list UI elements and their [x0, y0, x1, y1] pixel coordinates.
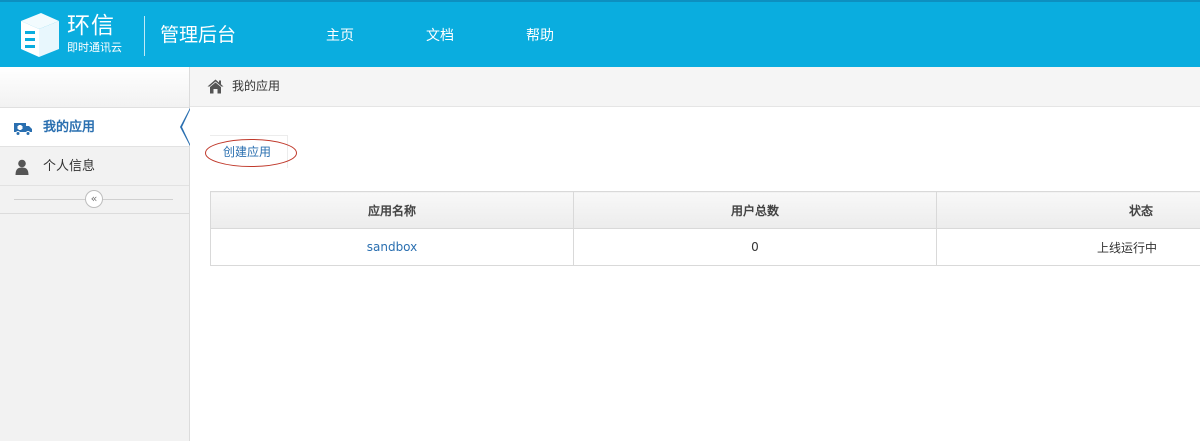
ambulance-icon: [14, 123, 32, 136]
active-indicator-inner: [182, 110, 190, 144]
column-header-user-count[interactable]: 用户总数: [573, 191, 937, 229]
sidebar-header: [0, 67, 189, 108]
nav-docs[interactable]: 文档: [426, 26, 454, 46]
brand-tagline: 即时通讯云: [67, 41, 122, 54]
sidebar-item-profile[interactable]: 个人信息: [0, 147, 189, 186]
breadcrumb-current: 我的应用: [232, 79, 281, 93]
user-icon: [15, 159, 29, 175]
logo-icon: [21, 13, 59, 57]
brand-name: 环信: [67, 13, 115, 39]
header-divider: [144, 16, 145, 56]
app-name-link[interactable]: sandbox: [210, 228, 574, 266]
nav-help[interactable]: 帮助: [526, 26, 554, 46]
breadcrumb: 我的应用: [190, 67, 1200, 107]
sidebar-item-label: 个人信息: [43, 159, 96, 174]
double-chevron-left-icon[interactable]: «: [85, 190, 103, 208]
column-header-app-name[interactable]: 应用名称: [210, 191, 574, 229]
app-user-count: 0: [573, 228, 937, 266]
table-header-row: 应用名称 用户总数 状态: [210, 191, 1200, 229]
home-icon: [207, 79, 224, 94]
sidebar-collapse-row: «: [0, 186, 189, 214]
table-row: sandbox 0 上线运行中: [210, 228, 1200, 266]
highlight-ellipse: [205, 139, 297, 167]
nav-home[interactable]: 主页: [326, 26, 354, 46]
app-status: 上线运行中: [936, 228, 1200, 266]
sidebar-item-label: 我的应用: [43, 120, 96, 135]
top-header: 环信 即时通讯云 管理后台 主页 文档 帮助: [0, 0, 1200, 67]
sidebar: 我的应用 个人信息 «: [0, 67, 190, 441]
admin-title: 管理后台: [160, 24, 237, 46]
sidebar-item-my-apps[interactable]: 我的应用: [0, 108, 190, 147]
apps-table: 应用名称 用户总数 状态 sandbox 0 上线运行中: [210, 191, 1200, 266]
column-header-status[interactable]: 状态: [936, 191, 1200, 229]
